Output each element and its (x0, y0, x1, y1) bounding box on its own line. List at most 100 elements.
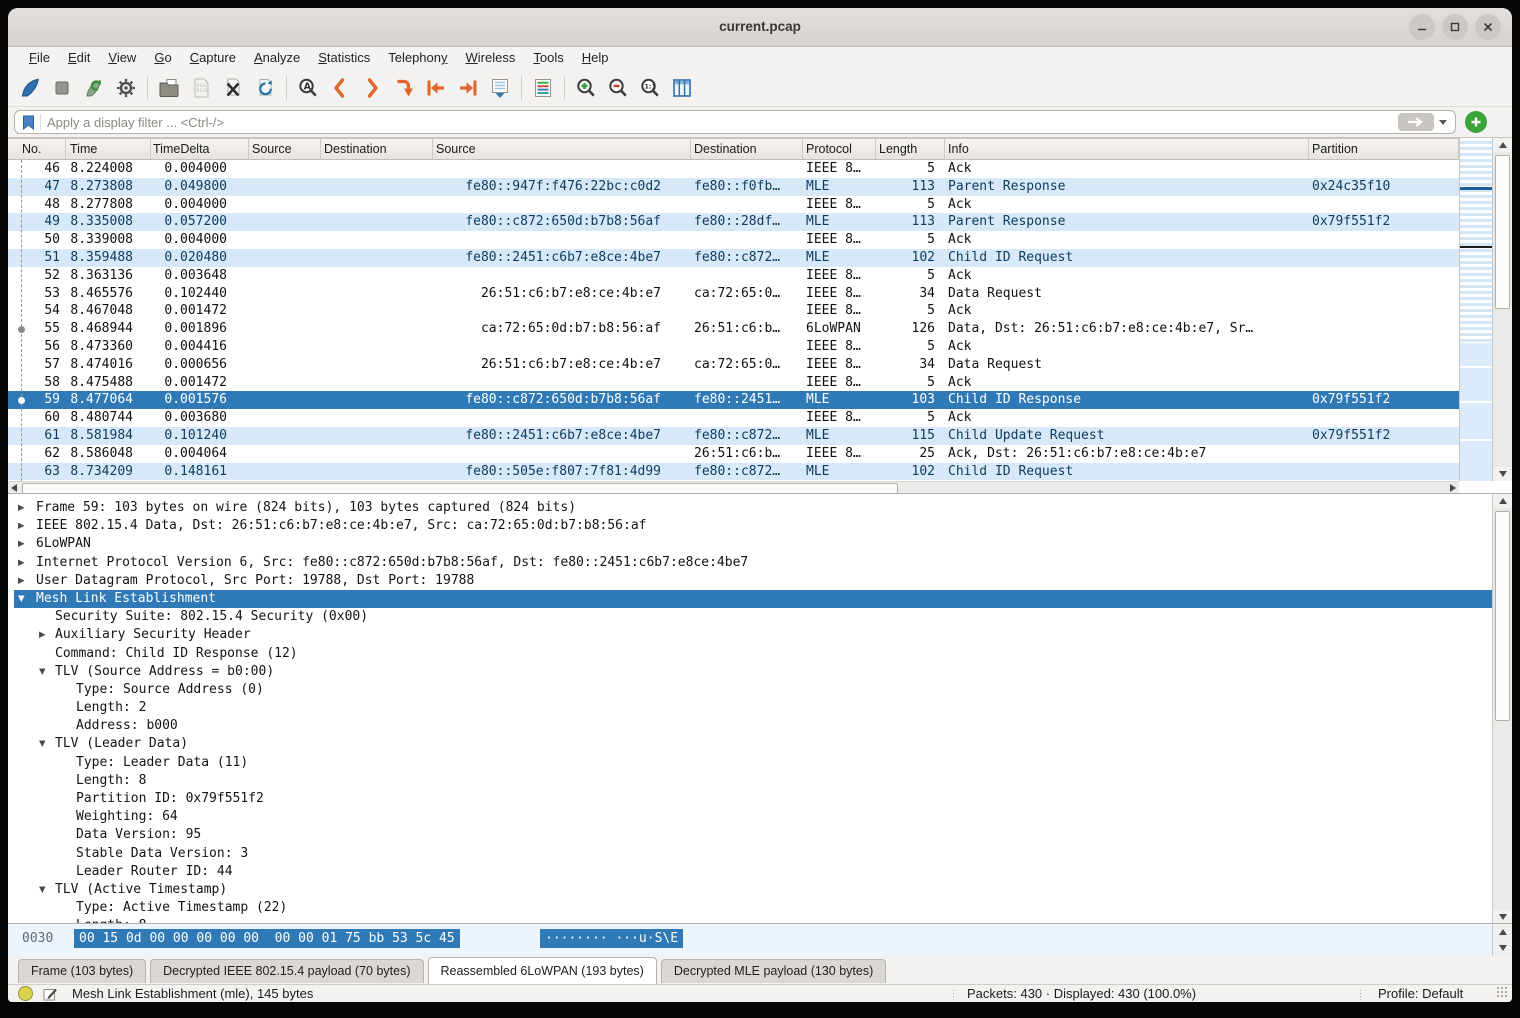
vscroll-thumb[interactable] (1495, 155, 1510, 309)
detail-line[interactable]: Partition ID: 0x79f551f2 (14, 790, 1492, 808)
collapse-icon[interactable]: ▼ (39, 735, 46, 753)
packet-row-56[interactable]: 568.4733600.004416IEEE 8…5Ack (8, 338, 1459, 356)
detail-line[interactable]: Data Version: 95 (14, 826, 1492, 844)
packet-row-63[interactable]: 638.7342090.148161fe80::505e:f807:7f81:4… (8, 463, 1459, 481)
column-header-destination[interactable]: Destination (321, 139, 433, 159)
packet-row-61[interactable]: 618.5819840.101240fe80::2451:c6b7:e8ce:4… (8, 427, 1459, 445)
minimize-button[interactable] (1409, 14, 1435, 40)
go-to-packet-button[interactable] (388, 73, 420, 103)
packet-row-60[interactable]: 608.4807440.003680IEEE 8…5Ack (8, 409, 1459, 427)
hex-bytes-selected[interactable]: 00 15 0d 00 00 00 00 00 00 00 01 75 bb 5… (74, 929, 460, 948)
byte-tab-3[interactable]: Decrypted MLE payload (130 bytes) (661, 959, 886, 983)
packet-row-54[interactable]: 548.4670480.001472IEEE 8…5Ack (8, 302, 1459, 320)
stop-capture-button[interactable] (46, 73, 78, 103)
collapse-icon[interactable]: ▼ (39, 663, 46, 681)
scroll-down-button[interactable] (1493, 467, 1512, 481)
byte-tab-0[interactable]: Frame (103 bytes) (18, 959, 146, 983)
capture-options-button[interactable] (110, 73, 142, 103)
go-back-button[interactable] (324, 73, 356, 103)
apply-filter-button[interactable] (1398, 113, 1434, 131)
expand-icon[interactable]: ▶ (18, 554, 25, 572)
detail-line[interactable]: ▼Mesh Link Establishment (14, 590, 1492, 608)
packet-row-46[interactable]: 468.2240080.004000IEEE 8…5Ack (8, 160, 1459, 178)
packet-row-51[interactable]: 518.3594880.020480fe80::2451:c6b7:e8ce:4… (8, 249, 1459, 267)
column-header-info[interactable]: Info (945, 139, 1309, 159)
capture-comment-icon[interactable] (42, 986, 58, 1002)
detail-line[interactable]: ▶6LoWPAN (14, 535, 1492, 553)
column-header-destination[interactable]: Destination (691, 139, 803, 159)
packet-row-62[interactable]: 628.5860480.00406426:51:c6:b…IEEE 8…25Ac… (8, 445, 1459, 463)
collapse-icon[interactable]: ▼ (39, 881, 46, 899)
zoom-original-button[interactable]: 1:1 (634, 73, 666, 103)
go-first-button[interactable] (420, 73, 452, 103)
auto-scroll-button[interactable] (484, 73, 516, 103)
packet-row-50[interactable]: 508.3390080.004000IEEE 8…5Ack (8, 231, 1459, 249)
packet-list-vscrollbar[interactable] (1492, 138, 1512, 481)
expand-icon[interactable]: ▶ (18, 535, 25, 553)
filter-bookmark-icon[interactable] (22, 115, 35, 130)
expand-icon[interactable]: ▶ (18, 499, 25, 517)
detail-line[interactable]: Type: Active Timestamp (22) (14, 899, 1492, 917)
detail-line[interactable]: Leader Router ID: 44 (14, 863, 1492, 881)
open-file-button[interactable] (153, 73, 185, 103)
column-header-partition[interactable]: Partition (1309, 139, 1459, 159)
scroll-right-icon[interactable] (1450, 484, 1456, 492)
zoom-in-button[interactable] (570, 73, 602, 103)
menu-analyze[interactable]: Analyze (245, 47, 309, 69)
packet-row-58[interactable]: 588.4754880.001472IEEE 8…5Ack (8, 374, 1459, 392)
profile-text[interactable]: Profile: Default (1378, 986, 1463, 1001)
maximize-button[interactable] (1442, 14, 1468, 40)
colorize-packets-button[interactable] (527, 73, 559, 103)
column-header-no[interactable]: No. (8, 139, 66, 159)
menu-view[interactable]: View (99, 47, 145, 69)
detail-line[interactable]: Length: 2 (14, 699, 1492, 717)
expand-icon[interactable]: ▶ (18, 572, 25, 590)
menu-statistics[interactable]: Statistics (309, 47, 379, 69)
display-filter-field[interactable] (14, 110, 1456, 134)
scroll-up-button[interactable] (1493, 138, 1512, 152)
menu-file[interactable]: File (20, 47, 59, 69)
menu-telephony[interactable]: Telephony (379, 47, 456, 69)
detail-line[interactable]: Weighting: 64 (14, 808, 1492, 826)
packet-row-49[interactable]: 498.3350080.057200fe80::c872:650d:b7b8:5… (8, 213, 1459, 231)
detail-line[interactable]: Command: Child ID Response (12) (14, 645, 1492, 663)
titlebar[interactable]: current.pcap (8, 8, 1512, 47)
bytes-scroll-down-button[interactable] (1493, 940, 1512, 956)
expand-icon[interactable]: ▶ (39, 626, 46, 644)
detail-line[interactable]: Security Suite: 802.15.4 Security (0x00) (14, 608, 1492, 626)
byte-tab-1[interactable]: Decrypted IEEE 802.15.4 payload (70 byte… (150, 959, 423, 983)
collapse-icon[interactable]: ▼ (18, 590, 25, 608)
menu-wireless[interactable]: Wireless (457, 47, 525, 69)
packet-row-55[interactable]: 558.4689440.001896ca:72:65:0d:b7:b8:56:a… (8, 320, 1459, 338)
resize-columns-button[interactable] (666, 73, 698, 103)
save-file-button[interactable]: 01010110 (185, 73, 217, 103)
display-filter-input[interactable] (43, 115, 1398, 130)
column-header-source[interactable]: Source (249, 139, 321, 159)
column-header-timedelta[interactable]: TimeDelta (151, 139, 249, 159)
detail-line[interactable]: Length: 8 (14, 772, 1492, 790)
zoom-out-button[interactable] (602, 73, 634, 103)
expert-info-icon[interactable] (18, 986, 33, 1001)
go-forward-button[interactable] (356, 73, 388, 103)
filter-dropdown-icon[interactable] (1439, 120, 1447, 125)
packet-row-53[interactable]: 538.4655760.10244026:51:c6:b7:e8:ce:4b:e… (8, 285, 1459, 303)
detail-line[interactable]: ▶User Datagram Protocol, Src Port: 19788… (14, 572, 1492, 590)
menu-tools[interactable]: Tools (524, 47, 572, 69)
expand-icon[interactable]: ▶ (18, 517, 25, 535)
menu-capture[interactable]: Capture (181, 47, 245, 69)
restart-capture-button[interactable] (78, 73, 110, 103)
packet-list-header[interactable]: No.TimeTimeDeltaSourceDestinationSourceD… (8, 138, 1459, 160)
close-file-button[interactable] (217, 73, 249, 103)
byte-tab-2[interactable]: Reassembled 6LoWPAN (193 bytes) (428, 957, 657, 984)
bytes-vscrollbar[interactable] (1492, 924, 1512, 956)
close-button[interactable] (1475, 14, 1501, 40)
detail-line[interactable]: ▶Internet Protocol Version 6, Src: fe80:… (14, 554, 1492, 572)
packet-row-59[interactable]: 598.4770640.001576fe80::c872:650d:b7b8:5… (8, 391, 1459, 409)
add-filter-button[interactable] (1465, 111, 1487, 133)
column-header-source[interactable]: Source (433, 139, 691, 159)
detail-line[interactable]: ▶Auxiliary Security Header (14, 626, 1492, 644)
detail-line[interactable]: Type: Source Address (0) (14, 681, 1492, 699)
detail-line[interactable]: Stable Data Version: 3 (14, 845, 1492, 863)
details-scroll-down-button[interactable] (1493, 910, 1512, 923)
menu-go[interactable]: Go (145, 47, 180, 69)
